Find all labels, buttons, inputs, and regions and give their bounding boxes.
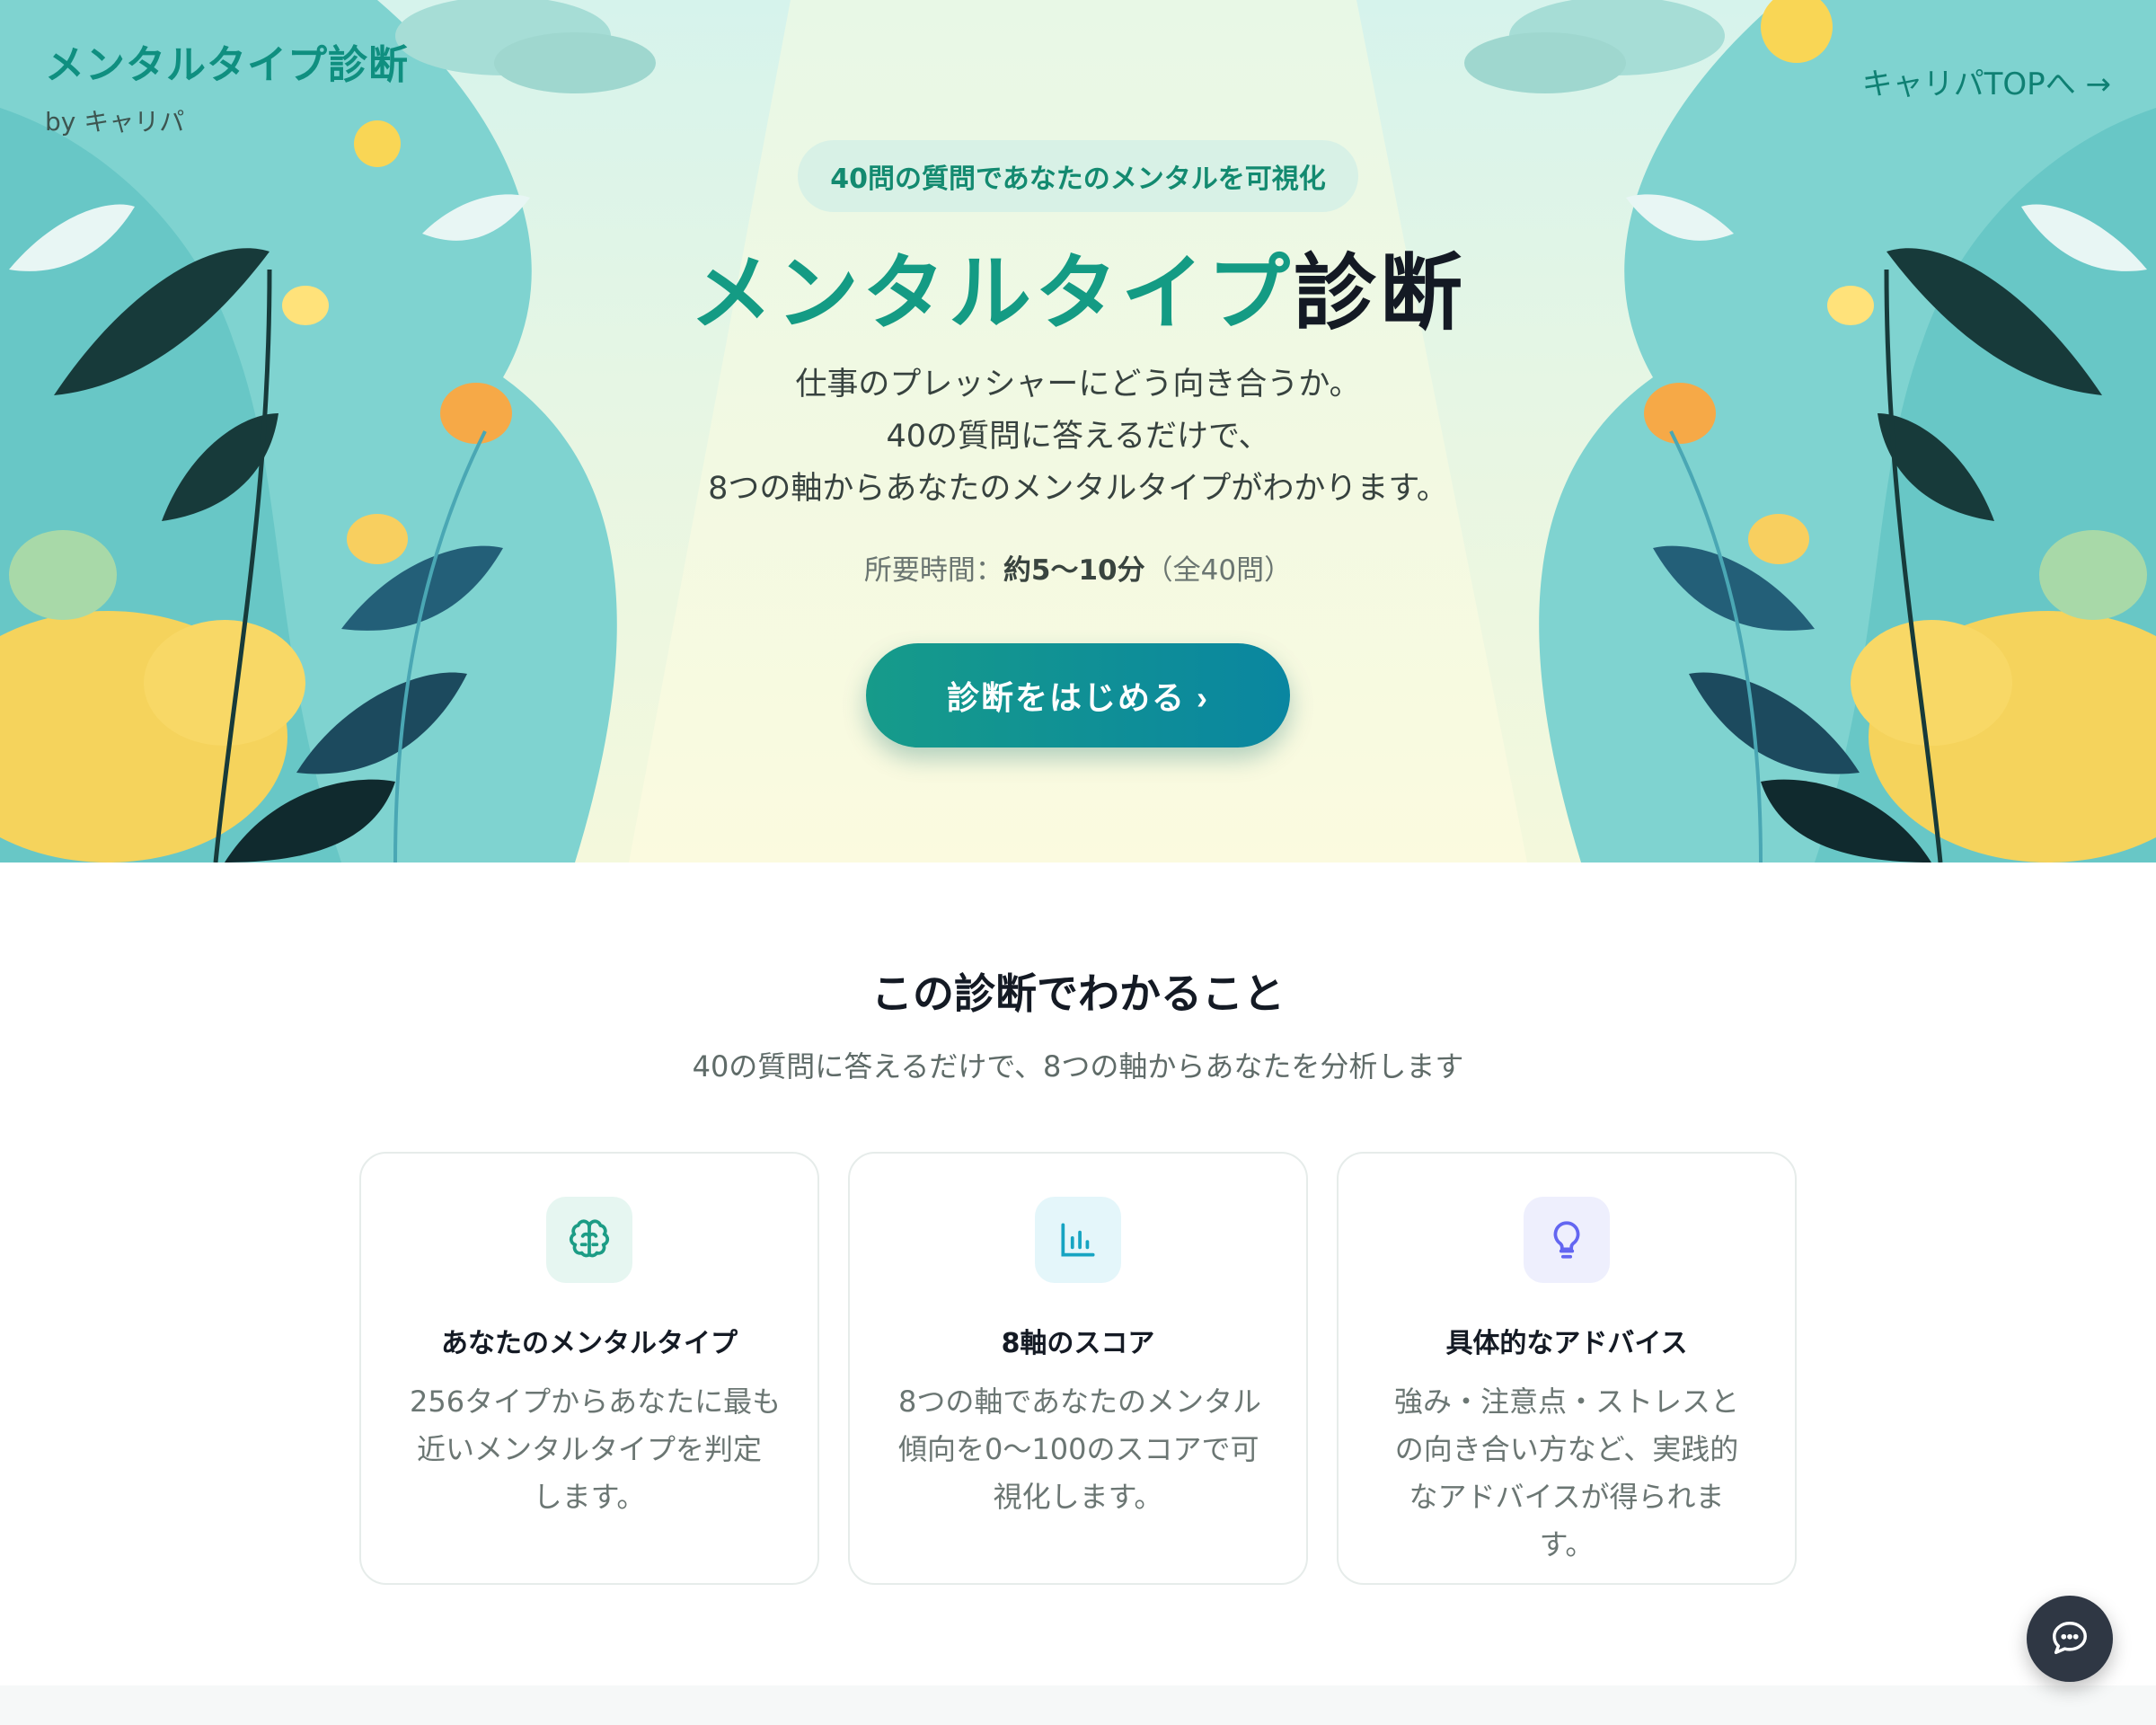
chat-bubble-icon bbox=[2053, 1622, 2087, 1655]
hero-description-line: 8つの軸からあなたのメンタルタイプがわかります。 bbox=[708, 471, 1448, 508]
bar-chart-icon bbox=[1035, 1197, 1121, 1283]
duration-note: （全40問） bbox=[1144, 554, 1293, 588]
feature-card-text: 強み・注意点・ストレスと の向き合い方など、実践的 なアドバイスが得られま す。 bbox=[1387, 1378, 1746, 1569]
duration-info: 所要時間：約5〜10分（全40問） bbox=[539, 547, 1617, 588]
brand[interactable]: メンタルタイプ診断 by キャリパ bbox=[45, 32, 409, 138]
feature-card-title: 具体的なアドバイス bbox=[1445, 1328, 1688, 1359]
feature-cards: あなたのメンタルタイプ 256タイプからあなたに最も 近いメンタルタイプを判定 … bbox=[359, 1152, 1797, 1585]
feature-card-line: 強み・注意点・ストレスと bbox=[1393, 1384, 1739, 1419]
hero-section: メンタルタイプ診断 by キャリパ キャリパTOPへ → 40問の質問であなたの… bbox=[0, 0, 2156, 862]
feature-card-line: す。 bbox=[1539, 1527, 1595, 1561]
caripa-top-link[interactable]: キャリパTOPへ → bbox=[1862, 59, 2111, 103]
feature-card-line: 近いメンタルタイプを判定 bbox=[416, 1432, 762, 1466]
brand-title[interactable]: メンタルタイプ診断 bbox=[45, 32, 409, 90]
hero-content: 40問の質問であなたのメンタルを可視化 メンタルタイプ診断 仕事のプレッシャーに… bbox=[539, 140, 1617, 588]
feature-card-title: あなたのメンタルタイプ bbox=[441, 1328, 738, 1359]
feature-card-line: 視化します。 bbox=[993, 1480, 1163, 1514]
features-subtitle: 40の質問に答えるだけで、8つの軸からあなたを分析します bbox=[692, 1049, 1464, 1084]
feature-card-line: の向き合い方など、実践的 bbox=[1394, 1432, 1739, 1466]
hero-badge: 40問の質問であなたのメンタルを可視化 bbox=[798, 140, 1358, 212]
duration-label: 所要時間： bbox=[863, 554, 1003, 588]
start-diagnosis-button[interactable]: 診断をはじめる › bbox=[866, 643, 1290, 748]
hero-title: メンタルタイプ診断 bbox=[539, 248, 1617, 339]
feature-card-line: 256タイプからあなたに最も bbox=[410, 1384, 782, 1419]
brain-icon bbox=[546, 1197, 632, 1283]
feature-card-text: 256タイプからあなたに最も 近いメンタルタイプを判定 します。 bbox=[410, 1378, 782, 1521]
feature-card-mental-type: あなたのメンタルタイプ 256タイプからあなたに最も 近いメンタルタイプを判定 … bbox=[359, 1152, 819, 1585]
feature-card-title: 8軸のスコア bbox=[1001, 1328, 1155, 1359]
feature-card-line: します。 bbox=[533, 1480, 646, 1514]
features-title: この診断でわかること bbox=[871, 969, 1285, 1018]
chat-button[interactable] bbox=[2027, 1596, 2113, 1682]
feature-card-line: 8つの軸であなたのメンタル bbox=[898, 1384, 1262, 1419]
hero-description-line: 仕事のプレッシャーにどう向き合うか。 bbox=[795, 367, 1361, 403]
feature-card-text: 8つの軸であなたのメンタル 傾向を0〜100のスコアで可 視化します。 bbox=[898, 1378, 1262, 1521]
lightbulb-icon bbox=[1524, 1197, 1610, 1283]
hero-description-line: 40の質問に答えるだけで、 bbox=[886, 419, 1270, 456]
duration-value: 約5〜10分 bbox=[1003, 554, 1145, 588]
brand-byline: by キャリパ bbox=[45, 107, 185, 137]
hero-title-part2: 診断 bbox=[1294, 245, 1467, 341]
feature-card-line: 傾向を0〜100のスコアで可 bbox=[898, 1432, 1259, 1466]
next-section-edge bbox=[0, 1685, 2156, 1725]
hero-title-part1: メンタルタイプ bbox=[689, 245, 1294, 341]
feature-card-advice: 具体的なアドバイス 強み・注意点・ストレスと の向き合い方など、実践的 なアドバ… bbox=[1337, 1152, 1797, 1585]
hero-description: 仕事のプレッシャーにどう向き合うか。 40の質問に答えるだけで、 8つの軸からあ… bbox=[539, 358, 1617, 515]
feature-card-line: なアドバイスが得られま bbox=[1409, 1480, 1725, 1514]
feature-card-axis-score: 8軸のスコア 8つの軸であなたのメンタル 傾向を0〜100のスコアで可 視化しま… bbox=[848, 1152, 1308, 1585]
